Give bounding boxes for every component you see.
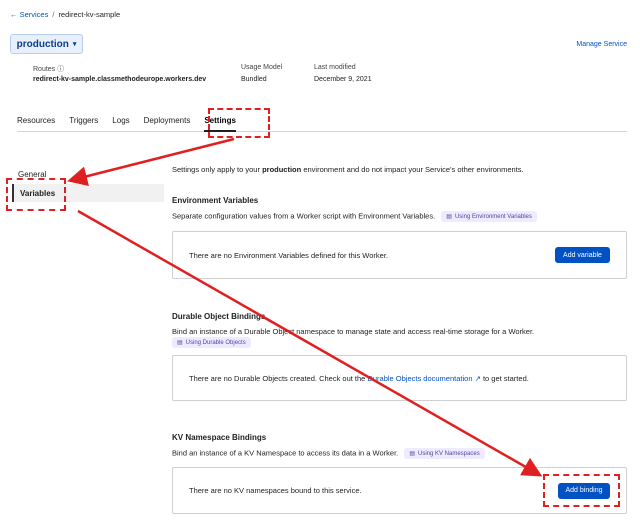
env-vars-empty: There are no Environment Variables defin… (189, 250, 388, 260)
env-vars-pill-label: Using Environment Variables (454, 213, 532, 220)
breadcrumb-separator: / (52, 10, 55, 19)
breadcrumb-back-link[interactable]: ← Services (10, 10, 48, 19)
tab-logs[interactable]: Logs (112, 111, 129, 132)
durable-empty-post: to get started. (480, 373, 529, 383)
durable-docs-pill[interactable]: ▤ Using Durable Objects (172, 337, 251, 348)
manage-service-link[interactable]: Manage Service (576, 41, 627, 48)
routes-value[interactable]: redirect-kv-sample.classmethodeurope.wor… (33, 76, 206, 83)
tab-resources[interactable]: Resources (17, 111, 55, 132)
durable-docs-link[interactable]: Durable Objects documentation (367, 374, 472, 383)
environment-selector[interactable]: production ▾ (10, 34, 83, 54)
kv-docs-pill[interactable]: ▤ Using KV Namespaces (404, 448, 485, 459)
last-modified-label: Last modified (314, 64, 356, 71)
kv-desc-text: Bind an instance of a KV Namespace to ac… (172, 448, 399, 458)
durable-empty-pre: There are no Durable Objects created. Ch… (189, 373, 368, 383)
intro-pre: Settings only apply to your (172, 165, 263, 174)
kv-desc: Bind an instance of a KV Namespace to ac… (172, 448, 485, 459)
env-vars-title: Environment Variables (172, 196, 259, 205)
intro-env: production (262, 165, 302, 174)
usage-model-value: Bundled (241, 76, 267, 83)
durable-pill-label: Using Durable Objects (185, 339, 246, 346)
book-icon: ▤ (177, 340, 183, 346)
annotation-box-add-binding (543, 474, 620, 507)
breadcrumb-current: redirect-kv-sample (58, 10, 121, 19)
routes-label: Routes ⓘ (33, 66, 65, 73)
tab-triggers[interactable]: Triggers (69, 111, 98, 132)
last-modified-value: December 9, 2021 (314, 76, 372, 83)
tab-deployments[interactable]: Deployments (144, 111, 191, 132)
intro-post: environment and do not impact your Servi… (301, 165, 524, 174)
durable-desc: Bind an instance of a Durable Object nam… (172, 327, 535, 336)
environment-label: production (16, 38, 69, 50)
env-vars-docs-pill[interactable]: ▤ Using Environment Variables (441, 211, 537, 222)
breadcrumb: ← Services / redirect-kv-sample (10, 10, 120, 19)
kv-pill-label: Using KV Namespaces (418, 450, 480, 457)
env-vars-card: There are no Environment Variables defin… (172, 231, 627, 279)
settings-intro: Settings only apply to your production e… (172, 165, 524, 174)
kv-title: KV Namespace Bindings (172, 433, 267, 442)
durable-card: There are no Durable Objects created. Ch… (172, 355, 627, 401)
durable-empty: There are no Durable Objects created. Ch… (189, 374, 529, 383)
chevron-down-icon: ▾ (72, 41, 77, 48)
env-vars-desc: Separate configuration values from a Wor… (172, 211, 537, 222)
kv-empty: There are no KV namespaces bound to this… (189, 486, 362, 495)
annotation-box-settings (208, 108, 270, 138)
usage-model-label: Usage Model (241, 64, 283, 71)
durable-pill-wrap: ▤ Using Durable Objects (168, 337, 251, 348)
add-variable-button[interactable]: Add variable (555, 247, 610, 263)
book-icon: ▤ (446, 214, 452, 220)
external-link-icon: ↗ (472, 373, 481, 383)
tab-bar: Resources Triggers Logs Deployments Sett… (17, 111, 627, 132)
durable-title: Durable Object Bindings (172, 312, 266, 321)
annotation-box-variables (6, 178, 66, 211)
env-vars-desc-text: Separate configuration values from a Wor… (172, 211, 436, 221)
book-icon: ▤ (409, 451, 415, 457)
